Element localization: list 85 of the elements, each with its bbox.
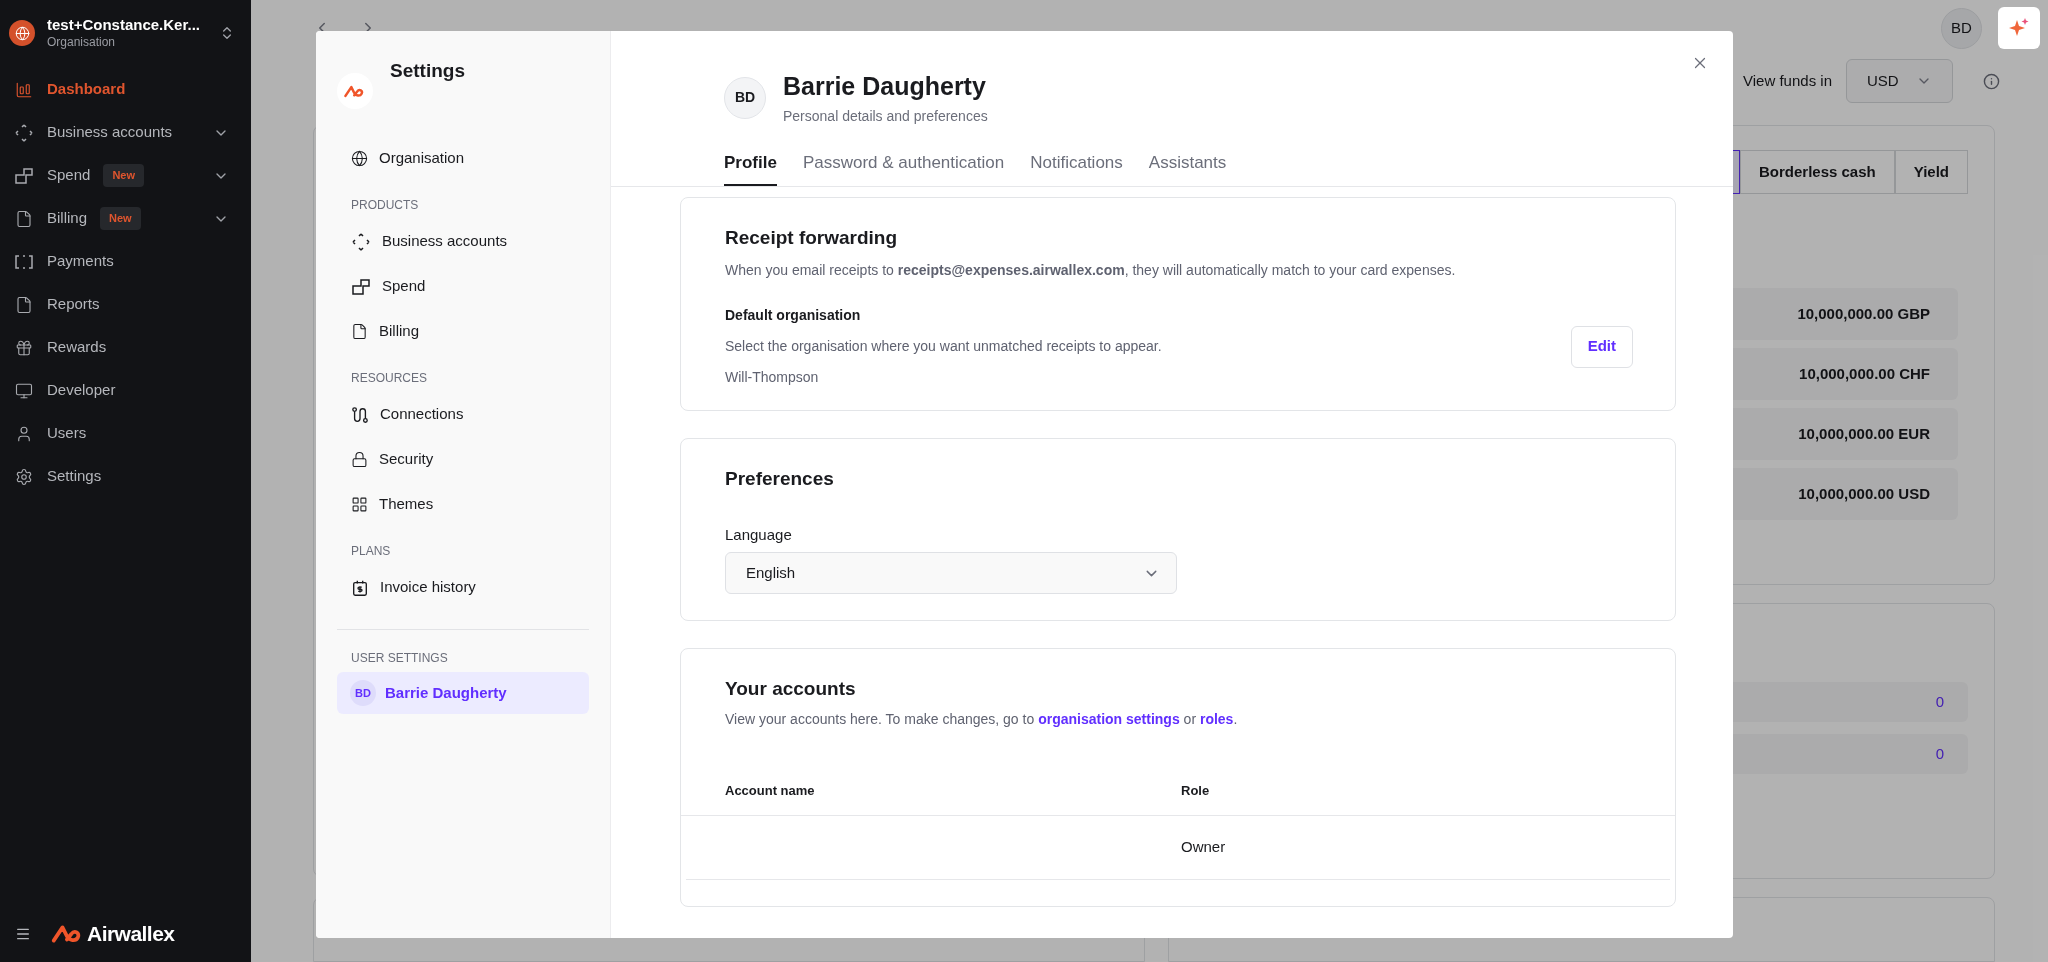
- profile-tab[interactable]: Password & authentication: [802, 150, 1005, 186]
- field-value: Will-Thompson: [725, 368, 820, 387]
- nav-item[interactable]: Dashboard: [0, 68, 251, 111]
- nav-item[interactable]: Users: [0, 412, 251, 455]
- column-header: Role: [1181, 782, 1210, 801]
- nav-item[interactable]: Rewards: [0, 326, 251, 369]
- logo-icon: [344, 83, 366, 99]
- org-name: test+Constance.Ker...: [47, 16, 201, 35]
- brand-name: Airwallex: [87, 921, 175, 948]
- settings-nav-item[interactable]: Connections: [337, 392, 589, 437]
- nav-item[interactable]: Billing New: [0, 197, 251, 240]
- globe-icon: [14, 25, 30, 41]
- connection-icon: [351, 405, 369, 424]
- currency-select[interactable]: USD: [1846, 59, 1953, 103]
- settings-nav-item[interactable]: Billing: [337, 309, 589, 354]
- nav-item[interactable]: Payments: [0, 240, 251, 283]
- profile-tab[interactable]: Assistants: [1148, 150, 1227, 186]
- nav-item[interactable]: Spend New: [0, 154, 251, 197]
- field-description: Select the organisation where you want unmatched receipts to appear.: [725, 337, 1162, 356]
- nav-item[interactable]: Developer: [0, 369, 251, 412]
- chart-icon: [15, 80, 33, 99]
- invoice-icon: [351, 578, 369, 597]
- step-icon: [14, 165, 34, 186]
- balance-tab[interactable]: Yield: [1894, 150, 1968, 194]
- section-heading: PLANS: [350, 543, 392, 559]
- language-select[interactable]: English: [725, 552, 1177, 594]
- field-title: Default organisation: [725, 306, 862, 325]
- balance-tab[interactable]: Borderless cash: [1739, 150, 1895, 194]
- document-icon: [351, 323, 368, 340]
- settings-nav-item[interactable]: BD Barrie Daugherty: [337, 672, 589, 714]
- diamond-icon: [351, 231, 371, 252]
- document-icon: [15, 209, 33, 228]
- user-avatar[interactable]: BD: [1941, 7, 1982, 49]
- section-title: Preferences: [725, 467, 835, 491]
- balance-amount: 10,000,000.00 USD: [1798, 483, 1930, 504]
- count-value: 0: [1935, 691, 1944, 712]
- globe-icon: [351, 150, 368, 167]
- profile-name: Barrie Daugherty: [783, 71, 987, 102]
- assistant-button[interactable]: [1998, 7, 2040, 49]
- profile-tab[interactable]: Profile: [724, 150, 777, 186]
- table-cell-text: Owner: [1181, 836, 1226, 857]
- gift-icon: [15, 338, 33, 357]
- user-icon: [15, 424, 33, 443]
- column-header: Account name: [725, 782, 816, 801]
- edit-button[interactable]: Edit: [1570, 325, 1633, 368]
- menu-icon[interactable]: [15, 926, 31, 942]
- count-value: 0: [1935, 743, 1944, 764]
- profile-avatar: BD: [724, 76, 766, 119]
- nav-item[interactable]: Business accounts: [0, 111, 251, 154]
- organisation-settings-link[interactable]: organisation settings: [1038, 710, 1180, 727]
- settings-nav-item[interactable]: Organisation: [337, 136, 589, 181]
- new-badge: New: [100, 207, 141, 230]
- section-heading: USER SETTINGS: [350, 650, 449, 666]
- profile-tab[interactable]: Notifications: [1030, 150, 1123, 186]
- settings-nav-item[interactable]: Business accounts: [337, 219, 589, 264]
- section-description: When you email receipts to receipts@expenses.airwallex.com, they will automatically match to your card expenses.: [725, 261, 1457, 280]
- lock-icon: [351, 451, 368, 468]
- settings-nav-item[interactable]: Invoice history: [337, 565, 589, 610]
- settings-nav-item[interactable]: Spend: [337, 264, 589, 309]
- section-description: View your accounts here. To make changes, go to organisation settings or roles.: [725, 709, 1239, 729]
- nav-item[interactable]: Settings: [0, 455, 251, 498]
- grid-icon: [351, 496, 368, 513]
- document-icon: [15, 295, 33, 314]
- settings-icon: [15, 467, 33, 486]
- info-icon[interactable]: [1983, 72, 2000, 90]
- monitor-icon: [15, 381, 33, 400]
- profile-subtitle: Personal details and preferences: [783, 107, 988, 126]
- section-heading: PRODUCTS: [350, 197, 420, 213]
- balance-amount: 10,000,000.00 CHF: [1799, 363, 1930, 384]
- nav-item[interactable]: Reports: [0, 283, 251, 326]
- section-title: Receipt forwarding: [725, 225, 899, 250]
- settings-nav-item[interactable]: Themes: [337, 482, 589, 527]
- user-initials-avatar: BD: [350, 680, 376, 706]
- field-label: Language: [725, 524, 793, 545]
- balance-amount: 10,000,000.00 GBP: [1797, 303, 1930, 324]
- diamond-icon: [14, 122, 34, 143]
- new-badge: New: [103, 164, 144, 187]
- section-title: Your accounts: [725, 677, 857, 701]
- step-icon: [351, 276, 371, 297]
- settings-nav-item[interactable]: Security: [337, 437, 589, 482]
- balance-amount: 10,000,000.00 EUR: [1798, 423, 1930, 444]
- section-heading: RESOURCES: [350, 370, 428, 386]
- org-subtitle: Organisation: [47, 34, 117, 50]
- view-funds-label: View funds in: [1743, 70, 1832, 91]
- settings-title: Settings: [390, 59, 465, 83]
